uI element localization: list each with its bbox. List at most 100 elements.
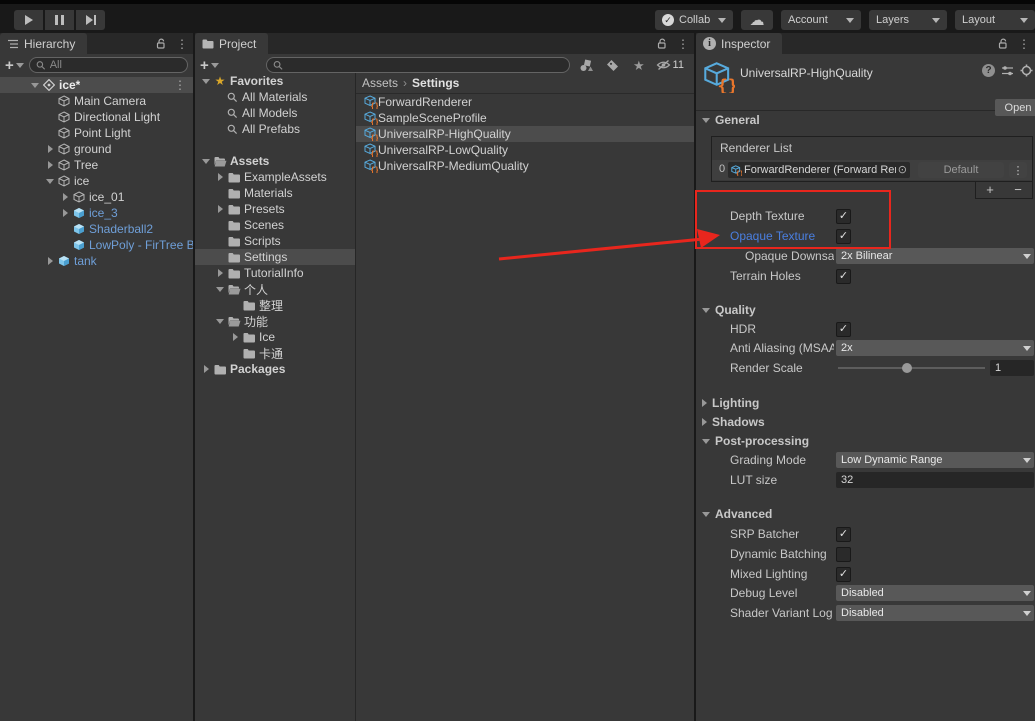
hierarchy-add-button[interactable]: + — [5, 57, 24, 74]
foldout-open-icon[interactable] — [28, 83, 42, 88]
tree-item[interactable]: Materials — [195, 185, 355, 201]
foldout-closed-icon[interactable] — [228, 333, 242, 341]
hdr-checkbox[interactable]: ✓ — [836, 322, 851, 337]
terrain-holes-checkbox[interactable]: ✓ — [836, 269, 851, 284]
project-search-input[interactable] — [266, 57, 570, 73]
render-scale-value[interactable]: 1 — [990, 360, 1034, 376]
favorites-item[interactable]: All Models — [195, 105, 355, 121]
pause-button[interactable] — [45, 10, 74, 30]
foldout-open-icon[interactable] — [43, 179, 57, 184]
hierarchy-search-input[interactable] — [29, 57, 188, 73]
section-lighting[interactable]: Lighting — [696, 395, 1035, 411]
hierarchy-lock-icon[interactable] — [156, 38, 167, 50]
section-shadows[interactable]: Shadows — [696, 414, 1035, 430]
foldout-closed-icon[interactable] — [58, 193, 72, 201]
remove-renderer-button[interactable]: − — [1004, 182, 1032, 198]
tree-item[interactable]: 个人 — [195, 281, 355, 297]
debug-level-dropdown[interactable]: Disabled — [836, 585, 1034, 601]
render-scale-slider[interactable] — [838, 367, 985, 369]
tree-item[interactable]: ExampleAssets — [195, 169, 355, 185]
tree-item[interactable]: TutorialInfo — [195, 265, 355, 281]
asset-row[interactable]: {} SampleSceneProfile — [356, 110, 694, 126]
hierarchy-item[interactable]: ground — [0, 141, 193, 157]
tree-item[interactable]: 整理 — [195, 297, 355, 313]
hierarchy-search-field[interactable] — [50, 59, 181, 71]
foldout-closed-icon[interactable] — [43, 145, 57, 153]
section-quality[interactable]: Quality — [696, 302, 1035, 318]
favorites-item[interactable]: All Materials — [195, 89, 355, 105]
shader-variant-log-dropdown[interactable]: Disabled — [836, 605, 1034, 621]
mixed-lighting-checkbox[interactable]: ✓ — [836, 567, 851, 582]
default-button[interactable]: Default — [918, 162, 1004, 178]
srp-batcher-checkbox[interactable]: ✓ — [836, 527, 851, 542]
tree-item[interactable]: 功能 — [195, 313, 355, 329]
section-general[interactable]: General — [696, 112, 1035, 128]
breadcrumb-current[interactable]: Settings — [412, 76, 459, 90]
favorites-item[interactable]: All Prefabs — [195, 121, 355, 137]
step-button[interactable] — [76, 10, 105, 30]
grading-mode-dropdown[interactable]: Low Dynamic Range — [836, 452, 1034, 468]
hierarchy-item[interactable]: Shaderball2 — [0, 221, 193, 237]
foldout-open-icon[interactable] — [199, 79, 213, 84]
asset-row[interactable]: {} UniversalRP-MediumQuality — [356, 158, 694, 174]
inspector-lock-icon[interactable] — [998, 38, 1009, 50]
project-menu-icon[interactable]: ⋮ — [677, 38, 689, 50]
hierarchy-item[interactable]: Main Camera — [0, 93, 193, 109]
object-picker-icon[interactable]: ⊙ — [898, 165, 907, 176]
account-dropdown[interactable]: Account — [781, 10, 861, 30]
gear-icon[interactable] — [1020, 64, 1033, 77]
layout-dropdown[interactable]: Layout — [955, 10, 1035, 30]
tree-item[interactable]: Presets — [195, 201, 355, 217]
play-button[interactable] — [14, 10, 43, 30]
asset-row[interactable]: {} UniversalRP-LowQuality — [356, 142, 694, 158]
foldout-closed-icon[interactable] — [43, 161, 57, 169]
add-renderer-button[interactable]: + — [976, 182, 1004, 198]
foldout-closed-icon[interactable] — [213, 269, 227, 277]
help-icon[interactable]: ? — [982, 64, 995, 77]
section-post-processing[interactable]: Post-processing — [696, 433, 1035, 449]
tree-item-selected[interactable]: Settings — [195, 249, 355, 265]
hierarchy-menu-icon[interactable]: ⋮ — [176, 38, 188, 50]
project-search-field[interactable] — [287, 59, 563, 71]
layers-dropdown[interactable]: Layers — [869, 10, 947, 30]
hierarchy-item[interactable]: ice_3 — [0, 205, 193, 221]
dynamic-batching-checkbox[interactable] — [836, 547, 851, 562]
hierarchy-item[interactable]: ice_01 — [0, 189, 193, 205]
hierarchy-item[interactable]: Directional Light — [0, 109, 193, 125]
slider-handle[interactable] — [902, 363, 912, 373]
hierarchy-item[interactable]: ice — [0, 173, 193, 189]
packages-root[interactable]: Packages — [195, 361, 355, 377]
hierarchy-tab[interactable]: Hierarchy — [0, 33, 87, 54]
foldout-open-icon[interactable] — [213, 287, 227, 292]
foldout-open-icon[interactable] — [213, 319, 227, 324]
foldout-closed-icon[interactable] — [213, 205, 227, 213]
lut-size-field[interactable]: 32 — [836, 472, 1034, 488]
project-add-button[interactable]: + — [200, 57, 219, 74]
tree-item[interactable]: Ice — [195, 329, 355, 345]
anti-aliasing-dropdown[interactable]: 2x — [836, 340, 1034, 356]
opaque-texture-checkbox[interactable]: ✓ — [836, 229, 851, 244]
hierarchy-item[interactable]: Tree — [0, 157, 193, 173]
opaque-downsampling-dropdown[interactable]: 2x Bilinear — [836, 248, 1034, 264]
renderer-options-button[interactable]: ⋮ — [1009, 162, 1027, 178]
project-tab[interactable]: Project — [195, 33, 268, 54]
breadcrumb-root[interactable]: Assets — [362, 76, 398, 90]
foldout-closed-icon[interactable] — [43, 257, 57, 265]
inspector-tab[interactable]: i Inspector — [696, 33, 782, 54]
tree-item[interactable]: Scripts — [195, 233, 355, 249]
scene-menu-icon[interactable]: ⋮ — [174, 79, 186, 91]
scene-row-ice[interactable]: ice* ⋮ — [0, 77, 193, 93]
tree-item[interactable]: 卡通 — [195, 345, 355, 361]
hierarchy-item[interactable]: tank — [0, 253, 193, 269]
foldout-open-icon[interactable] — [199, 159, 213, 164]
renderer-object-field[interactable]: {} ForwardRenderer (Forward Renderer) ⊙ — [728, 162, 910, 178]
asset-row[interactable]: {} ForwardRenderer — [356, 94, 694, 110]
favorites-root[interactable]: ★ Favorites — [195, 73, 355, 89]
foldout-closed-icon[interactable] — [213, 173, 227, 181]
tree-item[interactable]: Scenes — [195, 217, 355, 233]
section-advanced[interactable]: Advanced — [696, 506, 1035, 522]
inspector-menu-icon[interactable]: ⋮ — [1018, 38, 1030, 50]
foldout-closed-icon[interactable] — [199, 365, 213, 373]
cloud-button[interactable]: ☁ — [741, 10, 773, 30]
hierarchy-item[interactable]: Point Light — [0, 125, 193, 141]
